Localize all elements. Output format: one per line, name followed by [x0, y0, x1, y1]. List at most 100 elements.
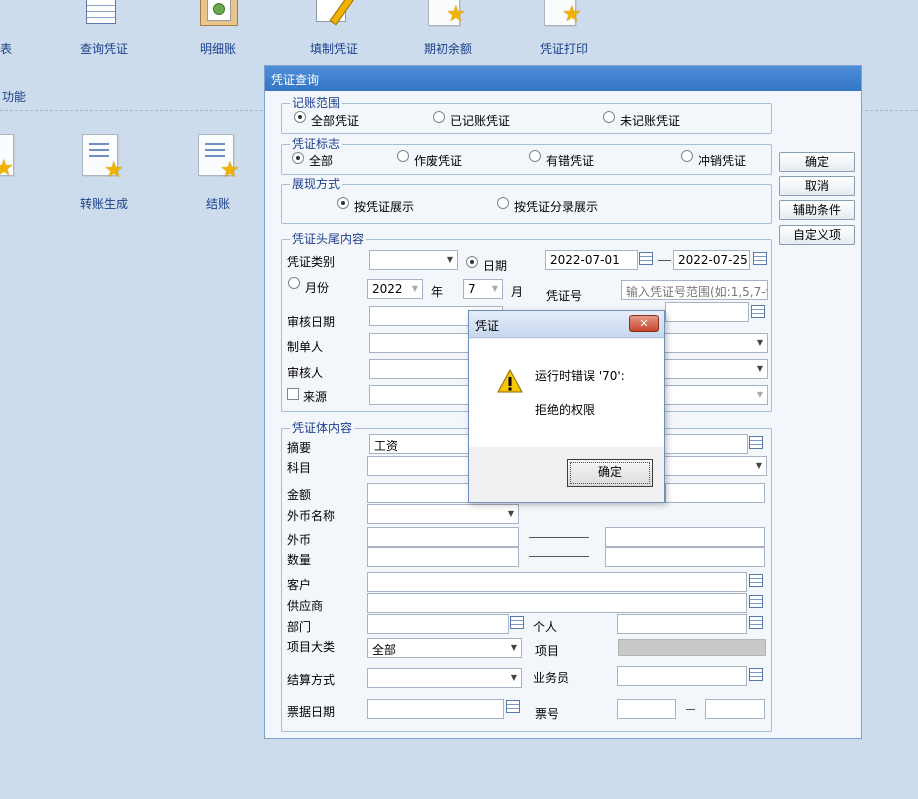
- range-legend: 记账范围: [292, 96, 341, 110]
- date-label: 日期: [483, 259, 508, 273]
- bill-no-dash: [686, 709, 695, 710]
- voucher-no-label: 凭证号: [546, 289, 583, 303]
- audit-date-calendar-icon[interactable]: [751, 305, 765, 318]
- source-checkbox[interactable]: [287, 388, 299, 400]
- voucher-type-select[interactable]: [369, 250, 458, 270]
- amount-to-input[interactable]: [665, 483, 765, 503]
- display-radio-entry[interactable]: [497, 197, 509, 209]
- aux-condition-button[interactable]: 辅助条件: [779, 200, 855, 220]
- person-input[interactable]: [617, 614, 747, 634]
- month-radio[interactable]: [288, 277, 300, 289]
- audit-date-to-input[interactable]: [665, 302, 749, 322]
- department-ref-icon[interactable]: [510, 616, 524, 629]
- range-radio-all[interactable]: [294, 111, 306, 123]
- flag-radio-error[interactable]: [529, 150, 541, 162]
- transfer-generate-icon[interactable]: ★: [82, 134, 130, 184]
- partial-doc-icon[interactable]: ★: [0, 134, 14, 180]
- project-label: 项目: [535, 644, 560, 658]
- error-ok-button[interactable]: 确定: [567, 459, 653, 487]
- foreign-from-input[interactable]: [367, 527, 519, 547]
- toolbar-item-voucher-query[interactable]: 查询凭证: [80, 40, 128, 57]
- month-select[interactable]: 7: [463, 279, 503, 299]
- department-input[interactable]: [367, 614, 509, 634]
- bill-no-from-input[interactable]: [617, 699, 676, 719]
- auditor-label: 审核人: [287, 366, 324, 380]
- range-radio-unposted[interactable]: [603, 111, 615, 123]
- quantity-to-input[interactable]: [605, 547, 765, 567]
- function-transfer-generate[interactable]: 转账生成: [80, 195, 128, 212]
- maker-label: 制单人: [287, 340, 324, 354]
- date-from-input[interactable]: 2022-07-01: [545, 250, 638, 270]
- section-label: 功能: [2, 90, 27, 104]
- error-dialog-body: [469, 339, 664, 447]
- amount-label: 金额: [287, 488, 312, 502]
- error-dialog: 凭证 ✕ 运行时错误 '70': 拒绝的权限 确定: [468, 310, 665, 503]
- settlement-select[interactable]: [367, 668, 522, 688]
- flag-radio-void[interactable]: [397, 150, 409, 162]
- person-label: 个人: [533, 620, 558, 634]
- range-radio-posted[interactable]: [433, 111, 445, 123]
- voucher-type-label: 凭证类别: [287, 255, 336, 269]
- flag-label-void: 作废凭证: [414, 154, 463, 168]
- source-label: 来源: [303, 390, 328, 404]
- audit-date-label: 审核日期: [287, 315, 336, 329]
- toolbar-item-ledger-detail[interactable]: 明细账: [200, 40, 236, 57]
- head-legend: 凭证头尾内容: [292, 232, 365, 246]
- function-closing[interactable]: 结账: [206, 195, 230, 212]
- subject-label: 科目: [287, 461, 312, 475]
- year-select[interactable]: 2022: [367, 279, 423, 299]
- display-legend: 展现方式: [292, 177, 341, 191]
- ok-button[interactable]: 确定: [779, 152, 855, 172]
- flag-label-all: 全部: [309, 154, 334, 168]
- date-to-input[interactable]: 2022-07-25: [673, 250, 750, 270]
- voucher-query-icon[interactable]: [86, 0, 116, 24]
- foreign-label: 外币: [287, 533, 312, 547]
- closing-icon[interactable]: ★: [198, 134, 246, 184]
- supplier-ref-icon[interactable]: [749, 595, 763, 608]
- project-input[interactable]: [618, 639, 766, 656]
- flag-label-error: 有错凭证: [546, 154, 595, 168]
- voucher-print-icon[interactable]: ★: [542, 0, 588, 30]
- customer-label: 客户: [287, 578, 312, 592]
- ledger-detail-icon[interactable]: [200, 0, 238, 26]
- bill-no-to-input[interactable]: [705, 699, 765, 719]
- year-unit: 年: [431, 285, 444, 299]
- salesman-ref-icon[interactable]: [749, 668, 763, 681]
- foreign-to-input[interactable]: [605, 527, 765, 547]
- display-radio-voucher[interactable]: [337, 197, 349, 209]
- salesman-input[interactable]: [617, 666, 747, 686]
- custom-item-button[interactable]: 自定义项: [779, 225, 855, 245]
- opening-balance-icon[interactable]: ★: [426, 0, 472, 30]
- customer-input[interactable]: [367, 572, 747, 592]
- date-radio[interactable]: [466, 256, 478, 268]
- currency-name-select[interactable]: [367, 504, 519, 524]
- flag-radio-all[interactable]: [292, 152, 304, 164]
- bill-date-calendar-icon[interactable]: [506, 700, 520, 713]
- report-icon[interactable]: [0, 0, 10, 30]
- voucher-no-input[interactable]: 输入凭证号范围(如:1,5,7-9): [621, 280, 768, 300]
- supplier-input[interactable]: [367, 593, 747, 613]
- toolbar-item-voucher-edit[interactable]: 填制凭证: [310, 40, 358, 57]
- project-class-select[interactable]: 全部: [367, 638, 522, 658]
- month-unit: 月: [511, 285, 524, 299]
- flag-radio-reversal[interactable]: [681, 150, 693, 162]
- toolbar-item-report[interactable]: 表: [0, 40, 12, 57]
- close-icon[interactable]: ✕: [629, 315, 659, 332]
- toolbar-item-opening-balance[interactable]: 期初余额: [424, 40, 472, 57]
- dialog-title[interactable]: 凭证查询: [265, 66, 861, 91]
- date-to-calendar-icon[interactable]: [753, 252, 767, 265]
- date-from-calendar-icon[interactable]: [639, 252, 653, 265]
- toolbar-item-voucher-print[interactable]: 凭证打印: [540, 40, 588, 57]
- summary-ref-icon[interactable]: [749, 436, 763, 449]
- body-legend: 凭证体内容: [292, 421, 353, 435]
- department-label: 部门: [287, 620, 312, 634]
- quantity-dash: [529, 556, 589, 557]
- person-ref-icon[interactable]: [749, 616, 763, 629]
- bill-date-input[interactable]: [367, 699, 504, 719]
- error-message-line2: 拒绝的权限: [535, 403, 596, 417]
- customer-ref-icon[interactable]: [749, 574, 763, 587]
- cancel-button[interactable]: 取消: [779, 176, 855, 196]
- range-label-all: 全部凭证: [311, 114, 360, 128]
- voucher-edit-icon[interactable]: [312, 0, 358, 28]
- quantity-from-input[interactable]: [367, 547, 519, 567]
